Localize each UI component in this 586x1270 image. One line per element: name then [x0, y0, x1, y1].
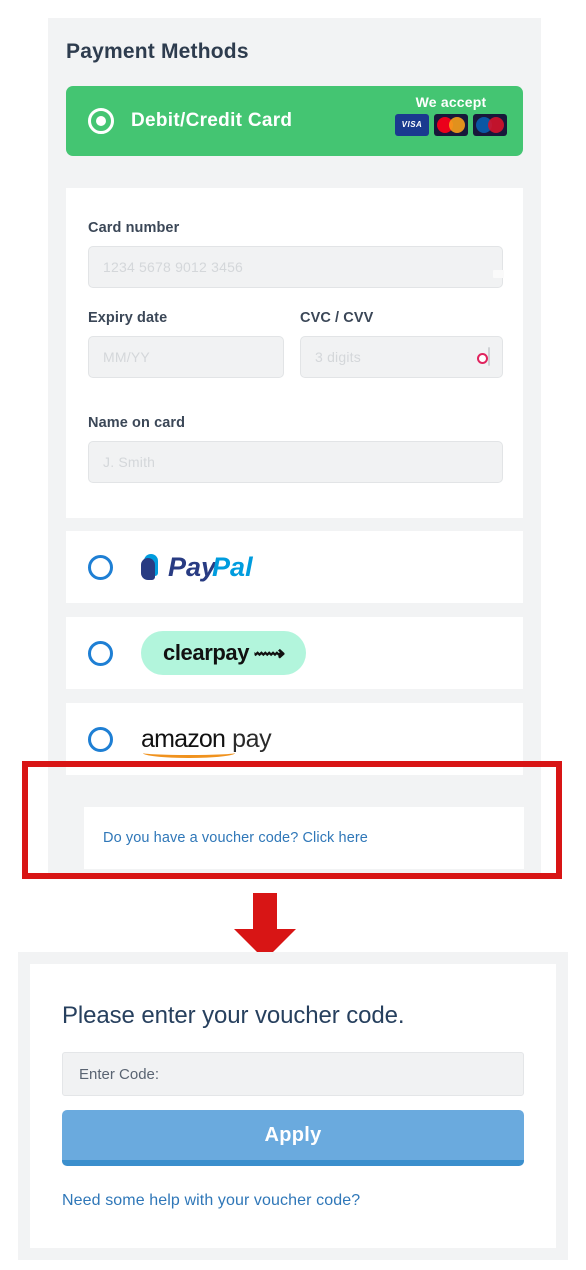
radio-unselected-icon[interactable] — [88, 640, 113, 666]
voucher-panel: Please enter your voucher code. Enter Co… — [30, 964, 556, 1248]
payment-methods-panel: Payment Methods Debit/Credit Card We acc… — [48, 18, 541, 873]
voucher-help-link[interactable]: Need some help with your voucher code? — [62, 1192, 360, 1210]
paypal-glyph-icon — [141, 553, 163, 581]
voucher-code-input[interactable]: Enter Code: — [62, 1052, 524, 1096]
expiry-input[interactable]: MM/YY — [88, 336, 284, 378]
we-accept-block: We accept VISA — [393, 94, 509, 136]
payment-option-debit-credit-card[interactable]: Debit/Credit Card We accept VISA — [66, 86, 523, 156]
visa-icon-text: VISA — [401, 120, 423, 129]
radio-selected-icon[interactable] — [88, 108, 114, 134]
accepted-card-brands: VISA — [393, 114, 509, 136]
voucher-panel-title: Please enter your voucher code. — [62, 1002, 405, 1029]
amazon-smile-icon — [143, 748, 235, 758]
voucher-code-link-row[interactable]: Do you have a voucher code? Click here — [84, 807, 524, 869]
payment-option-amazon-pay[interactable]: amazon pay — [66, 703, 523, 775]
page-title: Payment Methods — [66, 40, 249, 63]
payment-option-paypal[interactable]: Pay Pal — [66, 531, 523, 603]
cvc-input[interactable]: 3 digits — [300, 336, 503, 378]
annotation-down-arrow-icon — [232, 893, 298, 961]
credit-card-back-cvc-icon — [477, 347, 490, 366]
expiry-placeholder: MM/YY — [103, 349, 150, 365]
radio-unselected-icon[interactable] — [88, 726, 113, 752]
expiry-field-group: Expiry date MM/YY — [88, 310, 284, 378]
name-on-card-input[interactable]: J. Smith — [88, 441, 503, 483]
card-number-label: Card number — [88, 220, 180, 236]
card-number-field-group: Card number 1234 5678 9012 3456 — [88, 220, 503, 288]
expiry-cvc-row: Expiry date MM/YY CVC / CVV 3 digits — [88, 310, 503, 378]
clearpay-glyph-icon: ⟿ — [253, 642, 286, 665]
card-details-form: Card number 1234 5678 9012 3456 Expiry d… — [66, 188, 523, 518]
amazon-pay-logo: amazon pay — [141, 724, 272, 758]
maestro-icon — [473, 114, 507, 136]
clearpay-logo: clearpay ⟿ — [141, 631, 306, 675]
expiry-label: Expiry date — [88, 310, 168, 326]
voucher-panel-wrapper: Please enter your voucher code. Enter Co… — [18, 952, 568, 1260]
name-on-card-label: Name on card — [88, 415, 186, 431]
name-on-card-placeholder: J. Smith — [103, 454, 156, 470]
payment-option-label: Debit/Credit Card — [131, 110, 293, 131]
voucher-code-placeholder: Enter Code: — [79, 1065, 160, 1083]
radio-unselected-icon[interactable] — [88, 554, 113, 580]
cvc-label: CVC / CVV — [300, 310, 374, 326]
paypal-word-pay: Pay — [168, 551, 217, 582]
apply-button[interactable]: Apply — [62, 1110, 524, 1166]
paypal-logo: Pay Pal — [141, 551, 253, 582]
card-number-input[interactable]: 1234 5678 9012 3456 — [88, 246, 503, 288]
mastercard-icon — [434, 114, 468, 136]
name-on-card-field-group: Name on card J. Smith — [88, 415, 503, 483]
visa-icon: VISA — [395, 114, 429, 136]
payment-option-clearpay[interactable]: clearpay ⟿ — [66, 617, 523, 689]
clearpay-word: clearpay — [163, 640, 250, 665]
payment-page: Payment Methods Debit/Credit Card We acc… — [0, 0, 586, 1270]
we-accept-label: We accept — [415, 94, 487, 110]
paypal-word-pal: Pal — [212, 551, 253, 582]
voucher-code-link[interactable]: Do you have a voucher code? Click here — [103, 830, 368, 846]
cvc-placeholder: 3 digits — [315, 349, 361, 365]
card-number-placeholder: 1234 5678 9012 3456 — [103, 259, 244, 275]
cvc-field-group: CVC / CVV 3 digits — [300, 310, 503, 378]
amazon-pay-word: pay — [232, 724, 272, 753]
